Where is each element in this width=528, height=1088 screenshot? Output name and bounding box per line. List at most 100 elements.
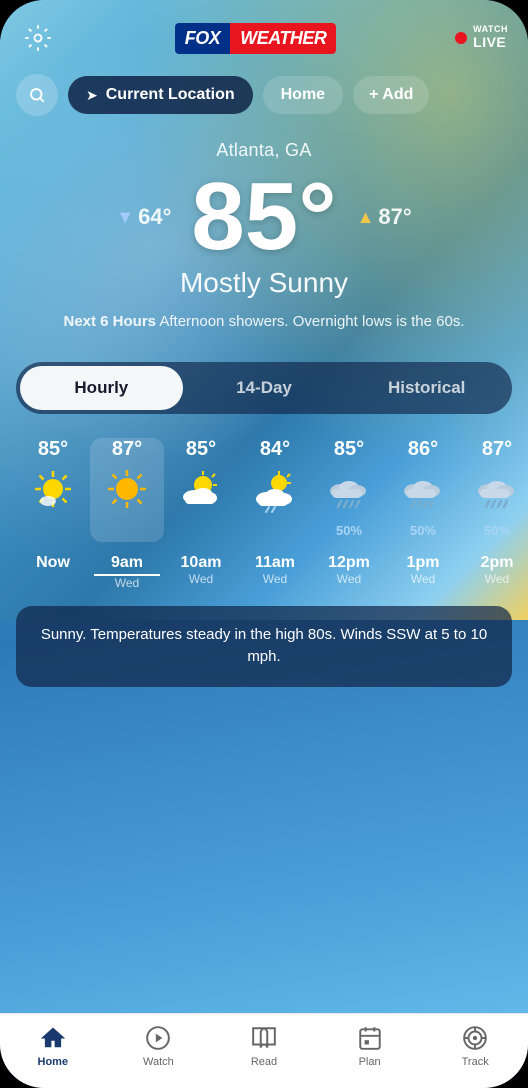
hour-precip: 50% [410,523,436,538]
nav-plan[interactable]: Plan [340,1024,400,1068]
nav-plan-label: Plan [359,1056,381,1068]
location-bar: ➤ Current Location Home + Add [0,66,528,124]
sunny-icon [33,469,73,515]
hour-item-10am: 85° [164,438,238,542]
search-button[interactable] [16,74,58,116]
time-item-9am: 9am Wed [90,554,164,590]
weather-description-text: Sunny. Temperatures steady in the high 8… [36,624,492,669]
nav-track-label: Track [462,1056,489,1068]
weather-description-card: Sunny. Temperatures steady in the high 8… [16,606,512,687]
logo-fox: FOX [175,23,231,54]
home-location-label: Home [281,86,325,103]
forecast-bold: Next 6 Hours [63,313,156,330]
nav-read[interactable]: Read [234,1024,294,1068]
current-location-label: Current Location [106,86,235,104]
add-location-label: + Add [369,86,413,103]
cloudy-sun-icon [253,469,297,519]
play-icon [144,1024,172,1052]
home-icon [39,1024,67,1052]
time-label: 2pm [464,554,528,572]
forecast-description: Next 6 Hours Afternoon showers. Overnigh… [20,311,508,334]
hour-temp: 87° [482,438,512,461]
temp-current: 85° [191,169,336,265]
hour-item-1pm: 86° 50% [386,438,460,542]
temp-low-value: 64° [138,204,171,230]
time-row: Now 9am Wed 10am Wed 11am Wed 12pm We [0,542,528,594]
calendar-icon [356,1024,384,1052]
hour-temp: 87° [112,438,142,461]
live-label: LIVE [473,35,508,50]
weather-condition: Mostly Sunny [20,267,508,299]
hour-precip: 50% [484,523,510,538]
hour-item-12pm: 85° 50% [312,438,386,542]
hour-temp: 85° [186,438,216,461]
nav-watch-label: Watch [143,1056,174,1068]
nav-watch[interactable]: Watch [128,1024,188,1068]
book-icon [250,1024,278,1052]
temp-high-arrow-icon: ▲ [357,207,375,228]
time-item-10am: 10am Wed [164,554,238,590]
nav-home-label: Home [38,1056,69,1068]
sunny-hot-icon [107,469,147,515]
partly-cloudy-icon [179,469,223,515]
time-item-11am: 11am Wed [238,554,312,590]
time-sub-label: Wed [242,572,308,586]
hour-temp: 86° [408,438,438,461]
time-sub-label: Wed [390,572,456,586]
nav-home[interactable]: Home [23,1024,83,1068]
time-item-12pm: 12pm Wed [312,554,386,590]
hour-item-2pm: 87° 50% [460,438,528,542]
nav-read-label: Read [251,1056,277,1068]
tab-hourly[interactable]: Hourly [20,366,183,410]
hour-temp: 84° [260,438,290,461]
navigation-arrow-icon: ➤ [86,87,98,104]
time-sub-label: Wed [94,576,160,590]
hour-precip: 50% [336,523,362,538]
time-label: 10am [168,554,234,572]
time-label: 12pm [316,554,382,572]
target-icon [461,1024,489,1052]
forecast-text: Afternoon showers. Overnight lows is the… [156,313,465,330]
time-label: 1pm [390,554,456,572]
rainy-icon [327,469,371,519]
fox-weather-logo: FOX WEATHER [175,23,337,54]
time-sub-label: Wed [316,572,382,586]
time-label: 11am [242,554,308,572]
add-location-button[interactable]: + Add [353,76,429,114]
hour-temp: 85° [334,438,364,461]
nav-track[interactable]: Track [445,1024,505,1068]
temp-low-arrow-icon: ▼ [116,207,134,228]
time-item-now: Now [16,554,90,590]
tab-14day[interactable]: 14-Day [183,366,346,410]
forecast-tab-bar: Hourly 14-Day Historical [16,362,512,414]
hour-temp: 85° [38,438,68,461]
city-name: Atlanta, GA [20,140,508,161]
logo-weather: WEATHER [230,23,336,54]
hour-item-now: 85° [16,438,90,542]
temp-low: ▼ 64° [116,204,171,230]
current-location-button[interactable]: ➤ Current Location [68,76,253,114]
settings-icon[interactable] [20,20,56,56]
tab-historical[interactable]: Historical [345,366,508,410]
weather-main: Atlanta, GA ▼ 64° 85° ▲ 87° Mostly Sunny… [0,124,528,344]
time-sub-label: Wed [464,572,528,586]
temp-high: ▲ 87° [357,204,412,230]
time-label: Now [20,554,86,572]
hour-item-9am: 87° [90,438,164,542]
bottom-navigation: Home Watch Read [0,1013,528,1088]
time-label: 9am [94,554,160,576]
hour-item-11am: 84° [238,438,312,542]
hourly-scroll-container[interactable]: 85° [0,438,528,542]
rainy-icon [401,469,445,519]
watch-live-button[interactable]: WATCH LIVE [455,25,508,50]
time-item-1pm: 1pm Wed [386,554,460,590]
temperature-row: ▼ 64° 85° ▲ 87° [20,169,508,265]
home-location-button[interactable]: Home [263,76,343,114]
hourly-forecast: 85° [0,414,528,594]
temp-high-value: 87° [378,204,411,230]
time-sub-label: Wed [168,572,234,586]
live-indicator [455,32,467,44]
rainy-icon [475,469,519,519]
app-header: FOX WEATHER WATCH LIVE [0,0,528,66]
time-item-2pm: 2pm Wed [460,554,528,590]
